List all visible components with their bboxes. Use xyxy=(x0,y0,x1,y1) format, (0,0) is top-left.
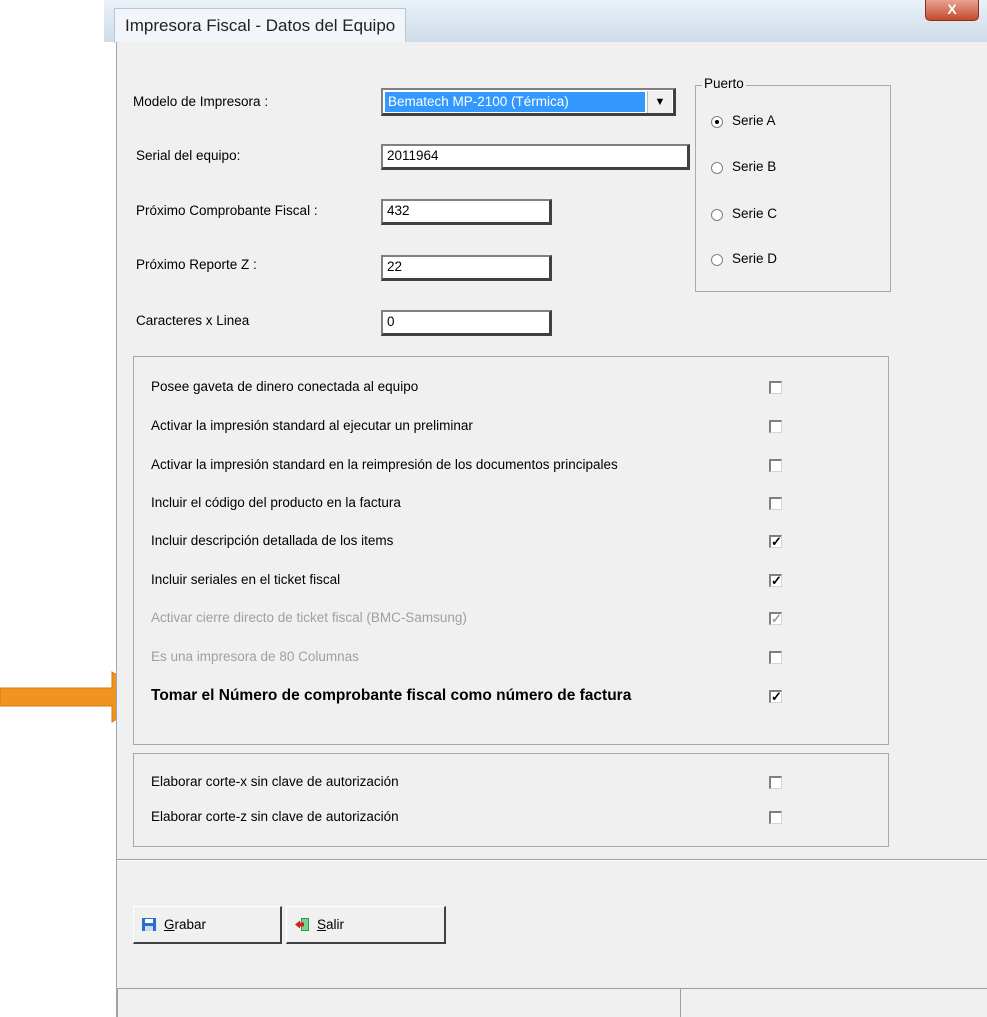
chevron-down-icon[interactable]: ▼ xyxy=(647,91,672,113)
serie-c-label: Serie C xyxy=(732,206,778,221)
puerto-legend: Puerto xyxy=(702,76,746,91)
puerto-group: Puerto Serie A Serie B Serie C Serie D xyxy=(695,76,891,292)
corte-z-checkbox[interactable] xyxy=(769,811,782,824)
salir-label: Salir xyxy=(317,917,345,932)
close-button[interactable]: X xyxy=(925,0,979,21)
status-panel-right xyxy=(680,988,987,1017)
caracteres-label: Caracteres x Linea xyxy=(136,313,250,328)
corte-group: Elaborar corte-x sin clave de autorizaci… xyxy=(133,753,889,847)
option-gaveta-checkbox[interactable] xyxy=(769,381,782,394)
option-cierre-checkbox: ✓ xyxy=(769,611,782,626)
option-descripcion-checkbox[interactable]: ✓ xyxy=(769,535,782,548)
option-codigo-checkbox[interactable] xyxy=(769,497,782,510)
corte-z-label: Elaborar corte-z sin clave de autorizaci… xyxy=(151,809,399,824)
serie-b-label: Serie B xyxy=(732,159,777,174)
caracteres-input[interactable]: 0 xyxy=(381,310,552,336)
dialog-window: Impresora Fiscal - Datos del Equipo X Mo… xyxy=(104,0,987,1017)
exit-door-icon xyxy=(295,918,309,931)
radio-serie-c[interactable] xyxy=(711,209,723,221)
radio-serie-d[interactable] xyxy=(711,254,723,266)
option-seriales-checkbox[interactable]: ✓ xyxy=(769,574,782,587)
serie-a-label: Serie A xyxy=(732,113,776,128)
corte-x-checkbox[interactable] xyxy=(769,776,782,789)
window-title: Impresora Fiscal - Datos del Equipo xyxy=(114,8,407,43)
options-group: Posee gaveta de dinero conectada al equi… xyxy=(133,356,889,745)
option-preliminar-label: Activar la impresión standard al ejecuta… xyxy=(151,418,473,433)
option-numero-factura-label: Tomar el Número de comprobante fiscal co… xyxy=(151,687,632,704)
serial-label: Serial del equipo: xyxy=(136,148,241,163)
modelo-label: Modelo de Impresora : xyxy=(133,94,269,109)
option-gaveta-label: Posee gaveta de dinero conectada al equi… xyxy=(151,379,419,394)
modelo-select[interactable]: Bematech MP-2100 (Térmica) ▼ xyxy=(381,88,676,116)
dialog-client-area: Modelo de Impresora : Bematech MP-2100 (… xyxy=(116,42,987,1017)
serie-d-label: Serie D xyxy=(732,251,778,266)
option-reimpresion-label: Activar la impresión standard en la reim… xyxy=(151,457,618,472)
option-codigo-label: Incluir el código del producto en la fac… xyxy=(151,495,401,510)
option-80col-checkbox xyxy=(769,651,782,664)
radio-serie-b[interactable] xyxy=(711,162,723,174)
grabar-button[interactable]: Grabar xyxy=(133,906,282,944)
comprobante-label: Próximo Comprobante Fiscal : xyxy=(136,203,318,218)
option-reimpresion-checkbox[interactable] xyxy=(769,459,782,472)
option-80col-label: Es una impresora de 80 Columnas xyxy=(151,649,359,664)
option-cierre-label: Activar cierre directo de ticket fiscal … xyxy=(151,610,467,625)
corte-x-label: Elaborar corte-x sin clave de autorizaci… xyxy=(151,774,399,789)
modelo-selected-value: Bematech MP-2100 (Térmica) xyxy=(385,92,645,112)
comprobante-input[interactable]: 432 xyxy=(381,199,552,225)
status-panel-left xyxy=(117,988,680,1017)
radio-serie-a[interactable] xyxy=(711,116,723,128)
separator xyxy=(117,859,987,861)
serial-input[interactable]: 2011964 xyxy=(381,144,690,170)
option-numero-factura-checkbox[interactable]: ✓ xyxy=(769,690,782,703)
option-seriales-label: Incluir seriales en el ticket fiscal xyxy=(151,572,341,587)
option-descripcion-label: Incluir descripción detallada de los ite… xyxy=(151,533,394,548)
save-icon xyxy=(142,918,156,931)
title-bar: Impresora Fiscal - Datos del Equipo X xyxy=(104,0,987,43)
salir-button[interactable]: Salir xyxy=(286,906,446,944)
grabar-label: Grabar xyxy=(164,917,207,932)
reporte-label: Próximo Reporte Z : xyxy=(136,257,257,272)
option-preliminar-checkbox[interactable] xyxy=(769,420,782,433)
reporte-input[interactable]: 22 xyxy=(381,255,552,281)
